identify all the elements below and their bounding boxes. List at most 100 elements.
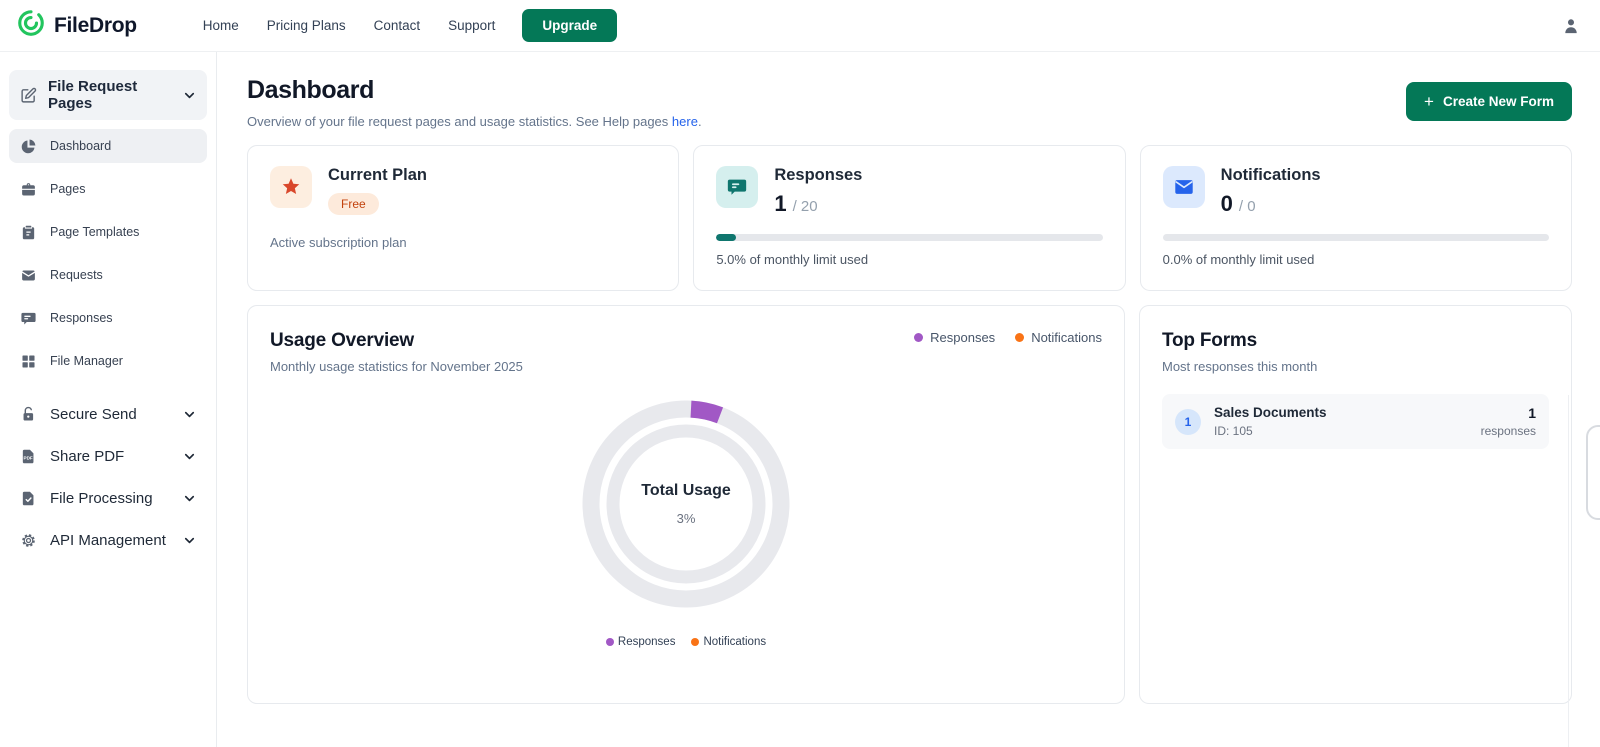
plus-icon: + [1424,93,1434,110]
notifications-title: Notifications [1221,166,1321,185]
brand-logo[interactable]: FileDrop [16,8,137,43]
briefcase-icon [19,180,37,198]
sidebar-group-api-management[interactable]: API Management [9,522,207,558]
top-forms-subtitle: Most responses this month [1162,359,1549,374]
legend-item-notifications: Notifications [1015,330,1102,345]
edit-icon [19,86,37,104]
legend-dot [606,638,614,646]
user-icon [1560,15,1582,37]
sidebar-group-secure-send[interactable]: Secure Send [9,396,207,432]
current-plan-card: Current Plan Free Active subscription pl… [247,145,679,291]
chevron-down-icon [182,491,197,506]
chevron-down-icon [182,407,197,422]
current-plan-title: Current Plan [328,166,427,185]
notifications-card: Notifications 0 / 0 0.0% of monthly limi… [1140,145,1572,291]
sidebar-item-label: Responses [50,311,113,325]
usage-chart-legend: Responses Notifications [606,636,766,648]
sidebar-item-responses[interactable]: Responses [9,301,207,335]
notifications-percent-label: 0.0% of monthly limit used [1163,252,1549,267]
filedrop-logo-icon [16,8,46,43]
scrollbar-thumb[interactable] [1586,425,1600,520]
mail-icon [1163,166,1205,208]
brand-name: FileDrop [54,14,137,38]
top-forms-list: 1Sales DocumentsID: 1051responses [1162,394,1549,449]
pdf-icon: PDF [19,447,37,465]
sidebar: File Request Pages Dashboard Pages Page Te… [0,52,217,747]
nav-link-contact[interactable]: Contact [374,18,421,33]
legend-item-responses: Responses [914,330,995,345]
donut-center-value: 3% [677,511,696,526]
nav-link-home[interactable]: Home [203,18,239,33]
upgrade-button[interactable]: Upgrade [522,9,617,42]
legend-item-notifications: Notifications [691,636,766,648]
sidebar-group-share-pdf[interactable]: PDF Share PDF [9,438,207,474]
nav-links: Home Pricing Plans Contact Support [203,18,496,33]
responses-value: 1 [774,191,786,217]
main-content: Dashboard Overview of your file request … [217,52,1600,747]
responses-card: Responses 1 / 20 5.0% of monthly limit u… [693,145,1125,291]
form-response-count: 1 [1481,405,1536,421]
pie-icon [19,137,37,155]
usage-overview-subtitle: Monthly usage statistics for November 20… [270,359,523,374]
top-forms-card: Top Forms Most responses this month 1 Sal… [1139,305,1572,704]
star-icon [270,166,312,208]
sidebar-group-label: Share PDF [50,448,124,465]
form-name: Sales Documents [1214,405,1468,420]
responses-limit: / 20 [793,198,818,215]
page-subtitle-text: Overview of your file request pages and … [247,114,672,129]
help-pages-link[interactable]: here [672,114,698,129]
nav-link-pricing-plans[interactable]: Pricing Plans [267,18,346,33]
responses-progress-fill [716,234,735,241]
usage-overview-card: Usage Overview Monthly usage statistics … [247,305,1125,704]
legend-item-responses: Responses [606,636,676,648]
form-id: ID: 105 [1214,424,1468,438]
sidebar-group-file-processing[interactable]: File Processing [9,480,207,516]
page-title: Dashboard [247,76,702,105]
top-navigation-bar: FileDrop Home Pricing Plans Contact Support… [0,0,1600,52]
template-icon [19,223,37,241]
sidebar-items: Dashboard Pages Page Templates Requests Resp… [9,129,207,378]
plan-description: Active subscription plan [270,235,656,250]
notifications-value: 0 [1221,191,1233,217]
create-new-form-button[interactable]: + Create New Form [1406,82,1572,121]
sidebar-item-dashboard[interactable]: Dashboard [9,129,207,163]
bottom-row: Usage Overview Monthly usage statistics … [247,305,1572,704]
legend-dot [914,333,923,342]
sidebar-item-page-templates[interactable]: Page Templates [9,215,207,249]
rank-badge: 1 [1175,409,1201,435]
donut-center-title: Total Usage [641,482,731,500]
usage-overview-title: Usage Overview [270,330,523,352]
responses-progress-bar [716,234,1102,241]
sidebar-group-label: File Request Pages [48,78,171,112]
sidebar-group-label: File Processing [50,490,153,507]
top-forms-title: Top Forms [1162,330,1549,352]
page-header-text: Dashboard Overview of your file request … [247,76,702,129]
sidebar-item-label: Dashboard [50,139,111,153]
sidebar-item-pages[interactable]: Pages [9,172,207,206]
nav-link-support[interactable]: Support [448,18,495,33]
user-account-button[interactable] [1560,15,1582,37]
process-icon [19,489,37,507]
sidebar-group-file-request-pages[interactable]: File Request Pages [9,70,207,120]
legend-dot [691,638,699,646]
top-form-row-sales-documents[interactable]: 1Sales DocumentsID: 1051responses [1162,394,1549,449]
page-subtitle: Overview of your file request pages and … [247,114,702,129]
donut-center-label: Total Usage 3% [580,398,792,610]
sidebar-item-file-manager[interactable]: File Manager [9,344,207,378]
stats-row: Current Plan Free Active subscription pl… [247,145,1572,291]
responses-title: Responses [774,166,862,185]
sidebar-item-label: Pages [50,182,85,196]
notifications-progress-bar [1163,234,1549,241]
scrollbar-track [1568,395,1569,747]
sidebar-item-label: Requests [50,268,103,282]
gear-icon [19,531,37,549]
chat-icon [19,309,37,327]
notifications-limit: / 0 [1239,198,1256,215]
sidebar-item-requests[interactable]: Requests [9,258,207,292]
chevron-down-icon [182,449,197,464]
chat-bubble-icon [716,166,758,208]
plan-badge: Free [328,193,379,215]
responses-percent-label: 5.0% of monthly limit used [716,252,1102,267]
chevron-down-icon [182,533,197,548]
sidebar-groups: Secure Send PDF Share PDF File Processing AP… [9,396,207,558]
